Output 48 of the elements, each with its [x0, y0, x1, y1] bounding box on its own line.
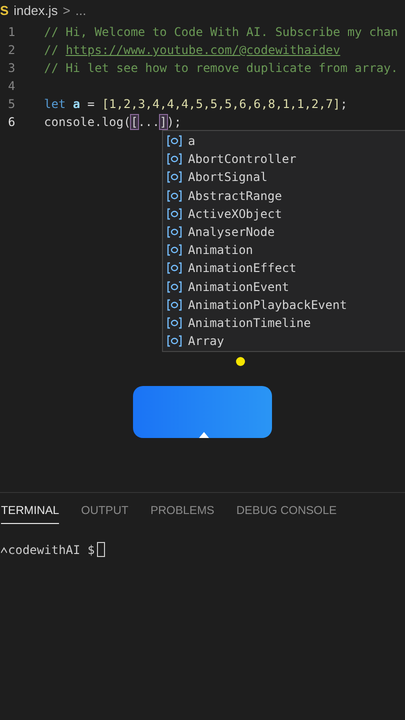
js-file-icon: S [0, 2, 9, 18]
breadcrumb-file[interactable]: index.js [14, 2, 58, 18]
suggestion-item[interactable]: AnimationPlaybackEvent [163, 296, 405, 314]
variable-icon [167, 153, 182, 166]
suggestion-item[interactable]: AnimationEvent [163, 278, 405, 296]
variable-icon [167, 226, 182, 238]
breadcrumb-more[interactable]: ... [75, 2, 86, 18]
suggestion-item[interactable]: AbortSignal [163, 168, 405, 187]
panel-tab[interactable]: TERMINAL [1, 501, 60, 524]
variable-icon [167, 262, 182, 274]
code-line: // https://www.youtube.com/@codewithaidev [44, 43, 340, 57]
suggestion-item[interactable]: AbstractRange [163, 186, 405, 205]
variable-icon [167, 335, 182, 348]
line-number: 4 [7, 79, 16, 93]
variable-icon [167, 280, 182, 293]
line-number: 1 [7, 25, 16, 39]
terminal-prompt: codewithAI $ [8, 542, 95, 556]
panel-tab[interactable]: DEBUG CONSOLE [236, 501, 337, 524]
variable-icon [167, 208, 182, 220]
line-number: 6 [7, 115, 16, 129]
code-line: let a = [1,2,3,4,4,4,5,5,5,6,6,8,1,1,2,7]; [44, 97, 348, 111]
variable-icon [167, 298, 182, 311]
line-number: 5 [7, 97, 16, 111]
variable-icon [167, 190, 182, 202]
panel-tab[interactable]: PROBLEMS [150, 501, 214, 524]
suggestion-item[interactable]: AnimationTimeline [163, 314, 405, 332]
variable-icon [167, 316, 182, 329]
line-number: 2 [7, 43, 16, 57]
code-line: // Hi let see how to remove duplicate from array. [44, 61, 398, 75]
caret-icon [1, 546, 7, 552]
suggestion-item[interactable]: a [163, 132, 405, 150]
line-number: 3 [7, 61, 16, 75]
suggestion-item[interactable]: Animation [163, 241, 405, 260]
panel-tab[interactable]: OUTPUT [81, 501, 128, 524]
variable-icon [167, 244, 182, 256]
suggestion-item[interactable]: Array [163, 332, 405, 350]
suggestion-item[interactable]: AnimationEffect [163, 259, 405, 278]
suggestion-item[interactable]: AbortController [163, 150, 405, 168]
suggestion-item[interactable]: ActiveXObject [163, 204, 405, 223]
terminal-cursor [96, 542, 105, 557]
suggestion-item[interactable]: AnalyserNode [163, 222, 405, 242]
cursor-dot [236, 357, 245, 366]
code-line: // Hi, Welcome to Code With AI. Subscribe my chan [44, 25, 398, 39]
breadcrumb-separator: > [62, 2, 70, 18]
code-line: console.log([...]); [44, 115, 182, 129]
variable-icon [167, 171, 182, 184]
pointer-icon [199, 432, 209, 438]
variable-icon [167, 135, 182, 148]
